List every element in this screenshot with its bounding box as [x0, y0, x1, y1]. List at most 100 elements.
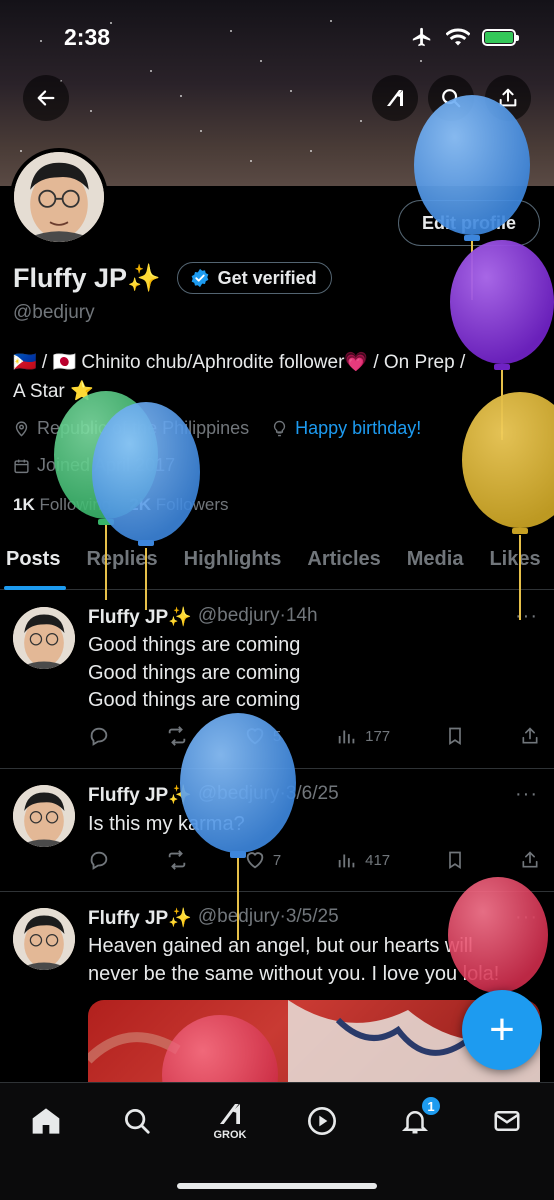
- back-arrow-icon: [37, 90, 55, 106]
- tab-media[interactable]: Media: [401, 540, 474, 589]
- like-count: 7: [272, 851, 282, 869]
- post-more-button[interactable]: ···: [515, 906, 538, 929]
- post-line: Good things are coming: [88, 661, 301, 684]
- verified-check-icon: [191, 268, 208, 288]
- tab-articles[interactable]: Articles: [301, 540, 390, 589]
- post-item[interactable]: Fluffy JP✨ @bedjury ·3/6/25 ··· Is this m…: [0, 769, 554, 892]
- repost-button[interactable]: [165, 725, 189, 747]
- reply-button[interactable]: [88, 849, 110, 871]
- bookmark-button[interactable]: [445, 849, 465, 871]
- post-author-name[interactable]: Fluffy JP✨: [88, 605, 192, 629]
- calendar-icon: [14, 459, 29, 473]
- post-author-name[interactable]: Fluffy JP✨: [88, 906, 192, 930]
- location-item: Republic of the Philippines: [13, 418, 249, 439]
- tab-likes[interactable]: Likes: [483, 540, 550, 589]
- post-line: Good things are coming: [88, 689, 301, 711]
- heart-icon: [246, 728, 264, 745]
- post-author-name[interactable]: Fluffy JP✨: [88, 783, 192, 807]
- tab-posts[interactable]: Posts: [0, 540, 70, 590]
- post-handle: @bedjury: [197, 906, 280, 927]
- share-button[interactable]: [485, 75, 531, 121]
- display-name: Fluffy JP: [13, 263, 128, 293]
- like-button[interactable]: 7: [244, 849, 281, 871]
- post-more-button[interactable]: ···: [515, 783, 538, 806]
- post-avatar[interactable]: [13, 607, 75, 669]
- search-icon: [125, 1109, 150, 1134]
- wifi-icon: [446, 28, 470, 46]
- post-header: Fluffy JP✨ @bedjury ·3/5/25: [88, 906, 339, 930]
- nav-video[interactable]: [302, 1101, 342, 1141]
- post-time: ·14h: [279, 605, 318, 626]
- bookmark-icon: [449, 851, 461, 870]
- grok-icon: [387, 90, 403, 106]
- followers-link[interactable]: 2K Followers: [129, 495, 228, 515]
- post-more-button[interactable]: ···: [515, 605, 538, 628]
- location-text: Republic of the Philippines: [37, 418, 250, 438]
- airplane-icon: [412, 27, 431, 47]
- nav-home[interactable]: [26, 1101, 66, 1141]
- bookmark-icon: [449, 727, 461, 746]
- sparkle-emoji: ✨: [127, 263, 161, 293]
- tab-replies[interactable]: Replies: [80, 540, 167, 589]
- name-row: Fluffy JP✨ Get verified: [13, 262, 332, 294]
- get-verified-button[interactable]: Get verified: [176, 262, 332, 294]
- search-button[interactable]: [428, 75, 474, 121]
- following-label: Following: [39, 495, 112, 514]
- profile-bio: 🇵🇭 / 🇯🇵 Chinito chub/Aphrodite follower💗…: [13, 348, 543, 406]
- post-line: Good things are coming: [88, 634, 301, 656]
- profile-meta: Republic of the Philippines Happy birthd…: [13, 418, 421, 439]
- profile-avatar[interactable]: [10, 148, 108, 246]
- post-time: ·3/6/25: [279, 783, 339, 804]
- post-avatar[interactable]: [13, 908, 75, 970]
- post-item[interactable]: Fluffy JP✨ @bedjury ·14h ··· Good things …: [0, 591, 554, 769]
- share-post-button[interactable]: [520, 725, 540, 747]
- post-avatar[interactable]: [13, 785, 75, 847]
- post-actions: 7 417: [88, 849, 540, 871]
- grok-button[interactable]: [372, 75, 418, 121]
- views-button[interactable]: 417: [336, 849, 390, 871]
- following-link[interactable]: 1K Following: [13, 495, 111, 515]
- nav-search[interactable]: [117, 1101, 157, 1141]
- nav-grok[interactable]: GROK: [210, 1101, 250, 1141]
- views-button[interactable]: 177: [336, 725, 390, 747]
- post-text: Good things are coming Good things are c…: [88, 632, 538, 715]
- following-count: 1K: [13, 495, 35, 514]
- reply-icon: [90, 851, 108, 870]
- follow-stats: 1K Following 2K Followers: [13, 495, 229, 515]
- followers-count: 2K: [129, 495, 152, 514]
- joined-row: Joined April 2017: [13, 455, 175, 476]
- profile-handle: @bedjury: [13, 302, 95, 323]
- search-icon: [442, 89, 461, 108]
- edit-profile-button[interactable]: Edit profile: [398, 200, 540, 246]
- avatar-photo: [14, 152, 104, 242]
- status-time: 2:38: [64, 24, 111, 50]
- avatar-photo: [13, 785, 75, 847]
- back-button[interactable]: [23, 75, 69, 121]
- post-handle: @bedjury: [197, 783, 280, 804]
- get-verified-label: Get verified: [217, 267, 317, 288]
- post-line: never be the same without you. I love yo…: [88, 962, 500, 985]
- tab-highlights[interactable]: Highlights: [178, 540, 292, 589]
- view-count: 177: [365, 727, 391, 745]
- bio-line: 🇵🇭 / 🇯🇵 Chinito chub/Aphrodite follower💗…: [13, 352, 466, 373]
- like-button[interactable]: 5: [244, 725, 281, 747]
- nav-messages[interactable]: [487, 1101, 527, 1141]
- bio-line: A Star ⭐: [13, 381, 94, 402]
- share-icon: [499, 88, 517, 107]
- birthday-item[interactable]: Happy birthday!: [271, 418, 421, 439]
- reply-icon: [90, 727, 108, 746]
- repost-button[interactable]: [165, 849, 189, 871]
- post-line: Is this my karma?: [88, 813, 245, 835]
- compose-post-button[interactable]: +: [462, 990, 542, 1070]
- repost-icon: [168, 850, 186, 870]
- bookmark-button[interactable]: [445, 725, 465, 747]
- repost-icon: [168, 726, 186, 746]
- post-header: Fluffy JP✨ @bedjury ·14h: [88, 605, 318, 629]
- joined-text: Joined April 2017: [37, 455, 176, 475]
- birthday-link[interactable]: Happy birthday!: [295, 418, 421, 439]
- post-header: Fluffy JP✨ @bedjury ·3/6/25: [88, 783, 339, 807]
- reply-button[interactable]: [88, 725, 110, 747]
- share-post-button[interactable]: [520, 849, 540, 871]
- battery-icon: [482, 28, 519, 46]
- grok-icon: [220, 1104, 240, 1124]
